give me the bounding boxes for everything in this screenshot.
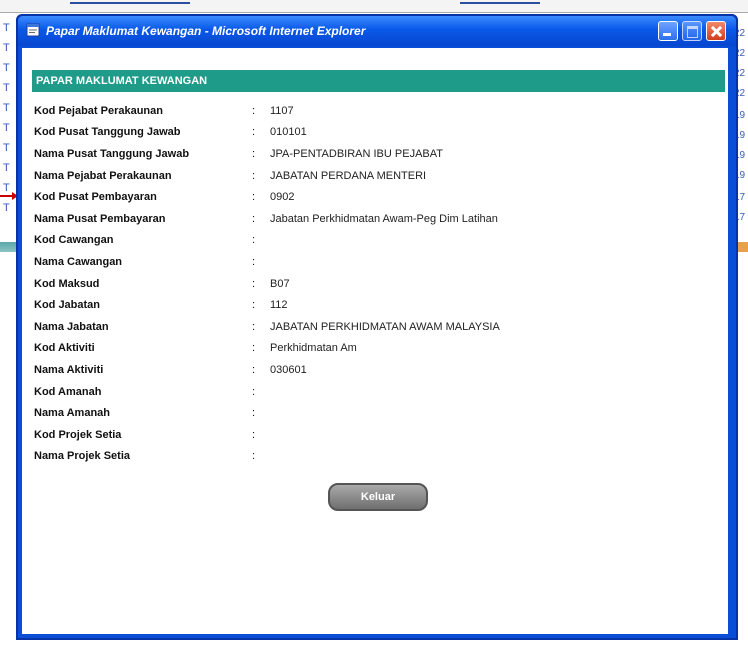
field-colon: : <box>252 234 256 247</box>
background-text: T <box>3 102 10 114</box>
window-content: PAPAR MAKLUMAT KEWANGAN Kod Pejabat Pera… <box>22 48 728 634</box>
field-value: 1107 <box>270 104 294 117</box>
field-label: Kod Aktiviti <box>34 342 95 355</box>
background-text: T <box>3 142 10 154</box>
field-colon: : <box>252 169 256 182</box>
background-link-underline <box>70 2 190 4</box>
minimize-button[interactable] <box>658 21 678 41</box>
detail-row: Nama Pejabat Perakaunan: JABATAN PERDANA … <box>34 165 724 187</box>
background-link-underline <box>460 2 540 4</box>
field-colon: : <box>252 450 256 463</box>
background-text: T <box>3 162 10 174</box>
field-label: Kod Projek Setia <box>34 428 122 441</box>
finance-details-list: Kod Pejabat Perakaunan: 1107 Kod Pusat Ta… <box>34 100 724 467</box>
field-label: Nama Aktiviti <box>34 363 104 376</box>
field-label: Kod Cawangan <box>34 234 114 247</box>
field-label: Nama Jabatan <box>34 320 109 333</box>
field-label: Nama Projek Setia <box>34 450 130 463</box>
maximize-button[interactable] <box>682 21 702 41</box>
detail-row: Kod Aktiviti: Perkhidmatan Am <box>34 338 724 360</box>
field-value: 010101 <box>270 126 307 139</box>
background-page-toolbar <box>0 0 748 13</box>
field-value: 030601 <box>270 363 307 376</box>
background-text: T <box>3 182 10 194</box>
ie-page-icon <box>26 23 40 37</box>
detail-row: Kod Pusat Pembayaran: 0902 <box>34 186 724 208</box>
background-text: T <box>3 62 10 74</box>
field-colon: : <box>252 126 256 139</box>
detail-row: Kod Amanah: <box>34 381 724 403</box>
background-text: T <box>3 122 10 134</box>
field-colon: : <box>252 104 256 117</box>
section-heading: PAPAR MAKLUMAT KEWANGAN <box>32 70 725 92</box>
background-text: T <box>3 42 10 54</box>
background-text: T <box>3 202 10 214</box>
field-value: Perkhidmatan Am <box>270 342 357 355</box>
detail-row: Nama Aktiviti: 030601 <box>34 359 724 381</box>
field-colon: : <box>252 147 256 160</box>
field-colon: : <box>252 277 256 290</box>
ie-popup-window: Papar Maklumat Kewangan - Microsoft Inte… <box>16 14 738 640</box>
field-label: Nama Amanah <box>34 407 111 420</box>
field-colon: : <box>252 407 256 420</box>
detail-row: Nama Cawangan: <box>34 251 724 273</box>
window-titlebar[interactable]: Papar Maklumat Kewangan - Microsoft Inte… <box>18 16 736 46</box>
field-colon: : <box>252 363 256 376</box>
field-label: Kod Pejabat Perakaunan <box>34 104 163 117</box>
field-colon: : <box>252 385 256 398</box>
field-value: 112 <box>270 299 288 312</box>
detail-row: Nama Pusat Pembayaran: Jabatan Perkhidmat… <box>34 208 724 230</box>
background-text: T <box>3 82 10 94</box>
field-colon: : <box>252 428 256 441</box>
field-value: B07 <box>270 277 290 290</box>
field-colon: : <box>252 320 256 333</box>
field-label: Kod Jabatan <box>34 299 101 312</box>
window-title: Papar Maklumat Kewangan - Microsoft Inte… <box>46 24 366 38</box>
field-label: Nama Cawangan <box>34 255 123 268</box>
field-colon: : <box>252 342 256 355</box>
detail-row: Kod Projek Setia: <box>34 424 724 446</box>
field-value: JPA-PENTADBIRAN IBU PEJABAT <box>270 147 443 160</box>
keluar-button[interactable]: Keluar <box>328 483 428 511</box>
detail-row: Nama Jabatan: JABATAN PERKHIDMATAN AWAM M… <box>34 316 724 338</box>
field-value: 0902 <box>270 191 295 204</box>
field-colon: : <box>252 191 256 204</box>
field-value: JABATAN PERDANA MENTERI <box>270 169 427 182</box>
detail-row: Kod Maksud: B07 <box>34 273 724 295</box>
field-label: Nama Pusat Tanggung Jawab <box>34 147 190 160</box>
detail-row: Kod Cawangan: <box>34 230 724 252</box>
detail-row: Kod Pusat Tanggung Jawab: 010101 <box>34 122 724 144</box>
field-label: Kod Pusat Pembayaran <box>34 191 157 204</box>
field-label: Kod Pusat Tanggung Jawab <box>34 126 181 139</box>
close-button[interactable] <box>706 21 726 41</box>
detail-row: Nama Projek Setia: <box>34 446 724 468</box>
detail-row: Kod Pejabat Perakaunan: 1107 <box>34 100 724 122</box>
field-value: Jabatan Perkhidmatan Awam-Peg Dim Latiha… <box>270 212 498 225</box>
field-colon: : <box>252 212 256 225</box>
red-arrow-icon <box>0 192 18 200</box>
detail-row: Nama Pusat Tanggung Jawab: JPA-PENTADBIRA… <box>34 143 724 165</box>
field-label: Kod Amanah <box>34 385 102 398</box>
field-label: Nama Pejabat Perakaunan <box>34 169 172 182</box>
detail-row: Kod Jabatan: 112 <box>34 294 724 316</box>
field-label: Nama Pusat Pembayaran <box>34 212 166 225</box>
background-text: T <box>3 22 10 34</box>
field-label: Kod Maksud <box>34 277 100 290</box>
field-value: JABATAN PERKHIDMATAN AWAM MALAYSIA <box>270 320 500 333</box>
detail-row: Nama Amanah: <box>34 402 724 424</box>
field-colon: : <box>252 255 256 268</box>
field-colon: : <box>252 299 256 312</box>
